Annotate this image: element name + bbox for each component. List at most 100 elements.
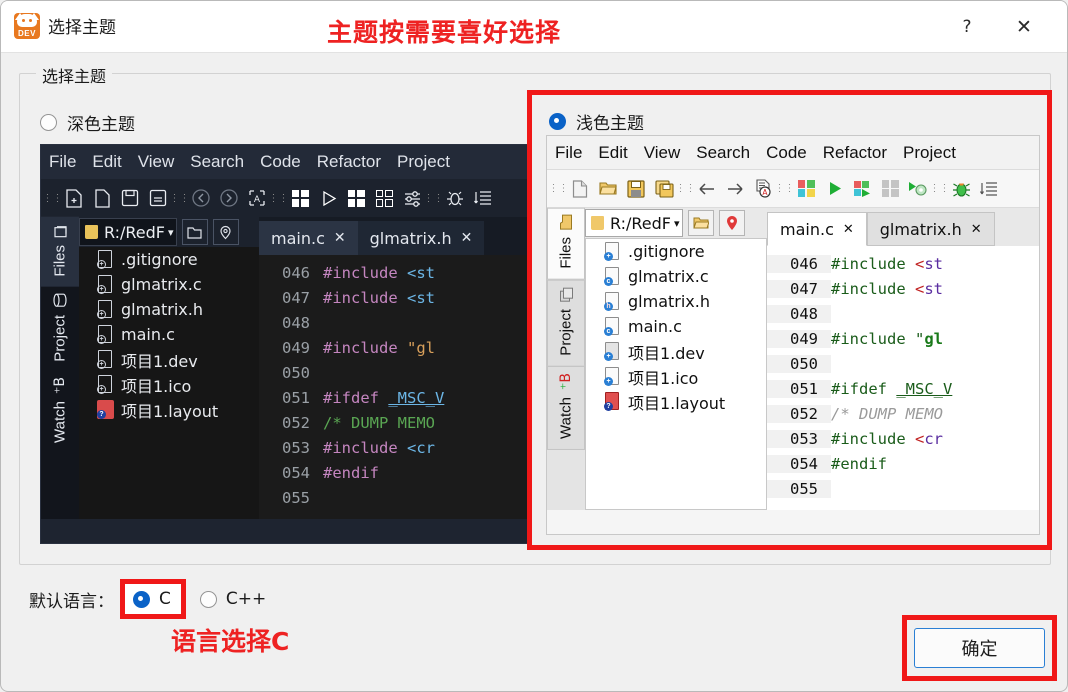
menu-refactor[interactable]: Refactor	[815, 143, 895, 163]
debug-icon[interactable]	[444, 187, 466, 209]
line-number: 046	[282, 263, 310, 282]
list-item[interactable]: c glmatrix.c	[586, 264, 766, 289]
list-item[interactable]: + .gitignore	[586, 239, 766, 264]
open-folder-icon[interactable]	[687, 210, 714, 236]
line-number: 050	[282, 363, 310, 382]
menu-edit[interactable]: Edit	[84, 152, 129, 172]
sidebar-tab-files[interactable]: Files	[41, 217, 79, 287]
radio-lang-c-indicator[interactable]	[133, 590, 150, 608]
sidebar-tab-watch[interactable]: Watch ⁺B	[41, 371, 79, 453]
path-dropdown-dark[interactable]: R:/RedF ▾	[79, 218, 177, 246]
profile-icon[interactable]	[401, 187, 423, 209]
menu-file[interactable]: File	[41, 152, 84, 172]
menu-search[interactable]: Search	[688, 143, 758, 163]
editor-tab-glmatrix-h[interactable]: glmatrix.h ✕	[357, 221, 485, 255]
close-icon[interactable]: ✕	[843, 222, 854, 237]
code-area-light[interactable]: 046 #include <st 047 #include <st 048 049 #…	[767, 246, 1039, 501]
radio-light-theme[interactable]: 浅色主题	[549, 109, 644, 134]
locate-icon[interactable]	[212, 219, 239, 245]
sidebar-tab-files[interactable]: Files	[547, 208, 585, 280]
chevron-down-icon[interactable]: ▾	[168, 226, 174, 239]
list-item[interactable]: + .gitignore	[79, 247, 259, 272]
new-file-icon[interactable]	[91, 187, 113, 209]
menu-project[interactable]: Project	[389, 152, 458, 172]
close-icon[interactable]: ✕	[334, 230, 346, 246]
menu-refactor[interactable]: Refactor	[309, 152, 389, 172]
menu-code[interactable]: Code	[252, 152, 309, 172]
radio-dark-theme[interactable]: 深色主题	[40, 110, 135, 135]
list-item[interactable]: c main.c	[586, 314, 766, 339]
locate-icon[interactable]	[718, 210, 745, 236]
list-item[interactable]: ? 项目1.layout	[79, 397, 259, 422]
rebuild-icon[interactable]	[879, 178, 901, 200]
sidebar-tab-project[interactable]: Project	[547, 279, 585, 367]
run-icon[interactable]	[823, 178, 845, 200]
compile-icon[interactable]	[795, 178, 817, 200]
close-button[interactable]: ✕	[1001, 1, 1047, 53]
preview-toolbar-light: ⋮⋮ ⋮⋮ A ⋮⋮ ⋮⋮	[547, 170, 1039, 208]
menu-code[interactable]: Code	[758, 143, 815, 163]
radio-lang-cpp[interactable]: C++	[199, 589, 266, 609]
ok-button[interactable]: 确定	[914, 628, 1045, 668]
find-icon[interactable]: A	[752, 178, 774, 200]
compile-icon[interactable]	[289, 187, 311, 209]
find-icon[interactable]: A	[246, 187, 268, 209]
list-item[interactable]: + 项目1.ico	[586, 364, 766, 389]
line-number: 051	[282, 388, 310, 407]
new-project-icon[interactable]	[63, 187, 85, 209]
menu-edit[interactable]: Edit	[590, 143, 635, 163]
editor-tab-main-c[interactable]: main.c ✕	[767, 212, 867, 246]
help-button[interactable]: ?	[944, 1, 990, 53]
back-icon[interactable]	[190, 187, 212, 209]
radio-lang-c[interactable]: C	[133, 589, 171, 609]
list-item[interactable]: h glmatrix.h	[586, 289, 766, 314]
compile-run-icon[interactable]	[851, 178, 873, 200]
debug-icon[interactable]	[950, 178, 972, 200]
file-list-light[interactable]: + .gitignore c glmatrix.c h glmatrix.h c…	[585, 238, 767, 510]
new-file-icon[interactable]	[569, 178, 591, 200]
radio-light-indicator[interactable]	[549, 113, 566, 130]
code-area-dark[interactable]: 046 #include <st 047 #include <st 048 049 #…	[259, 255, 531, 510]
sidebar-tab-project[interactable]: Project	[41, 287, 79, 372]
indent-icon[interactable]	[472, 187, 494, 209]
chevron-down-icon[interactable]: ▾	[674, 217, 680, 230]
menu-view[interactable]: View	[130, 152, 183, 172]
close-icon[interactable]: ✕	[971, 222, 982, 237]
menu-project[interactable]: Project	[895, 143, 964, 163]
list-item[interactable]: + 项目1.dev	[586, 339, 766, 364]
list-item[interactable]: + main.c	[79, 322, 259, 347]
radio-lang-cpp-indicator[interactable]	[199, 590, 217, 608]
path-dropdown-light[interactable]: R:/RedF ▾	[585, 209, 683, 237]
toolbar-separator: ⋮⋮	[268, 192, 289, 204]
back-icon[interactable]	[696, 178, 718, 200]
save-all-icon[interactable]	[653, 178, 675, 200]
list-item[interactable]: ? 项目1.layout	[586, 389, 766, 414]
indent-icon[interactable]	[978, 178, 1000, 200]
list-item[interactable]: + glmatrix.c	[79, 272, 259, 297]
menu-view[interactable]: View	[636, 143, 689, 163]
forward-icon[interactable]	[724, 178, 746, 200]
editor-tab-main-c[interactable]: main.c ✕	[259, 221, 358, 255]
sidebar-tab-watch[interactable]: Watch ⁺B	[547, 366, 585, 451]
forward-icon[interactable]	[218, 187, 240, 209]
open-folder-icon[interactable]	[181, 219, 208, 245]
rebuild-icon[interactable]	[373, 187, 395, 209]
menu-file[interactable]: File	[547, 143, 590, 163]
list-item[interactable]: + glmatrix.h	[79, 297, 259, 322]
compile-run-icon[interactable]	[345, 187, 367, 209]
list-item[interactable]: + 项目1.ico	[79, 372, 259, 397]
menu-search[interactable]: Search	[182, 152, 252, 172]
editor-tab-glmatrix-h[interactable]: glmatrix.h ✕	[866, 212, 995, 246]
radio-dark-indicator[interactable]	[40, 114, 57, 131]
close-icon[interactable]: ✕	[461, 230, 473, 246]
run-icon[interactable]	[317, 187, 339, 209]
line-number: 050	[767, 354, 831, 373]
line-number: 046	[767, 254, 831, 273]
save-icon[interactable]	[119, 187, 141, 209]
save-all-icon[interactable]	[147, 187, 169, 209]
profile-icon[interactable]	[907, 178, 929, 200]
list-item[interactable]: + 项目1.dev	[79, 347, 259, 372]
open-folder-icon[interactable]	[597, 178, 619, 200]
file-list-dark[interactable]: + .gitignore + glmatrix.c + glmatrix.h +…	[79, 247, 259, 519]
save-icon[interactable]	[625, 178, 647, 200]
